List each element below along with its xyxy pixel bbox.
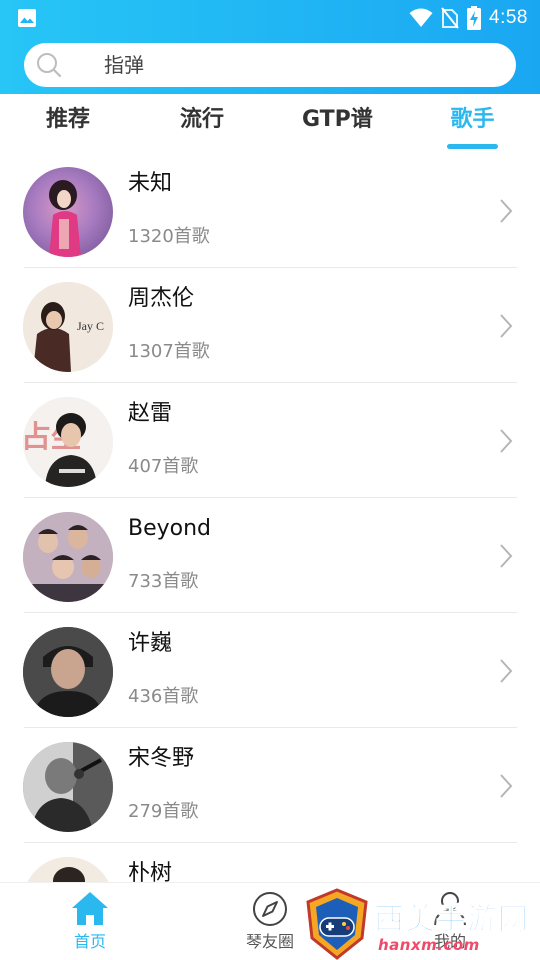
wifi-icon	[409, 8, 433, 27]
list-item[interactable]: 朴树	[0, 843, 540, 882]
song-count: 1307首歌	[128, 341, 210, 362]
compass-icon	[253, 892, 287, 926]
tab-gtp[interactable]: GTP谱	[302, 102, 373, 138]
tab-popular[interactable]: 流行	[178, 102, 226, 138]
song-count: 436首歌	[128, 686, 199, 707]
artist-list[interactable]: 未知 1320首歌 Jay C 周杰伦 1307首歌 占坐 赵雷 407首歌 B…	[0, 153, 540, 882]
status-icons: 4:58	[409, 5, 528, 31]
list-item[interactable]: Jay C 周杰伦 1307首歌	[0, 268, 540, 383]
home-icon	[72, 892, 108, 925]
chevron-right-icon	[500, 429, 513, 453]
avatar	[23, 627, 113, 717]
list-item[interactable]: Beyond 733首歌	[0, 498, 540, 613]
song-count: 279首歌	[128, 801, 199, 822]
artist-name: 赵雷	[128, 401, 173, 426]
list-item[interactable]: 宋冬野 279首歌	[0, 728, 540, 843]
avatar	[23, 512, 113, 602]
list-item[interactable]: 占坐 赵雷 407首歌	[0, 383, 540, 498]
song-count: 733首歌	[128, 571, 199, 592]
chevron-right-icon	[500, 659, 513, 683]
nav-home[interactable]: 首页	[45, 889, 135, 959]
avatar	[23, 857, 113, 882]
gallery-icon	[18, 9, 36, 27]
nav-label: 首页	[73, 932, 106, 951]
status-time: 4:58	[489, 7, 528, 28]
song-count: 1320首歌	[128, 226, 210, 247]
search-input[interactable]: 指弹	[104, 53, 144, 77]
artist-name: Beyond	[128, 516, 212, 541]
watermark-url: hanxm.com	[378, 936, 480, 954]
artist-name: 许巍	[128, 631, 173, 656]
svg-text:Jay C: Jay C	[77, 319, 104, 333]
avatar	[23, 742, 113, 832]
tab-singers[interactable]: 歌手	[447, 102, 498, 138]
app-header: 4:58 指弹	[0, 0, 540, 94]
artist-name: 宋冬野	[128, 746, 195, 771]
artist-name: 未知	[128, 171, 173, 196]
chevron-right-icon	[500, 314, 513, 338]
list-item[interactable]: 许巍 436首歌	[0, 613, 540, 728]
avatar	[23, 167, 113, 257]
battery-charging-icon	[467, 6, 482, 30]
chevron-right-icon	[500, 544, 513, 568]
chevron-right-icon	[500, 199, 513, 223]
artist-name: 朴树	[128, 861, 173, 882]
list-item[interactable]: 未知 1320首歌	[0, 153, 540, 268]
search-bar[interactable]: 指弹	[24, 43, 516, 87]
tab-recommend[interactable]: 推荐	[44, 102, 92, 138]
avatar: Jay C	[23, 282, 113, 372]
active-tab-indicator	[447, 144, 498, 149]
avatar: 占坐	[23, 397, 113, 487]
search-icon	[37, 53, 62, 78]
gamepad-shield-logo	[306, 888, 368, 960]
category-tabs: 推荐 流行 GTP谱 歌手	[0, 94, 540, 152]
no-sim-icon	[441, 7, 459, 29]
status-bar: 4:58	[0, 0, 540, 36]
song-count: 407首歌	[128, 456, 199, 477]
watermark-text: 西美手游网	[374, 902, 529, 938]
watermark: 西美手游网 hanxm.com	[300, 888, 540, 960]
chevron-right-icon	[500, 774, 513, 798]
artist-name: 周杰伦	[128, 286, 195, 311]
